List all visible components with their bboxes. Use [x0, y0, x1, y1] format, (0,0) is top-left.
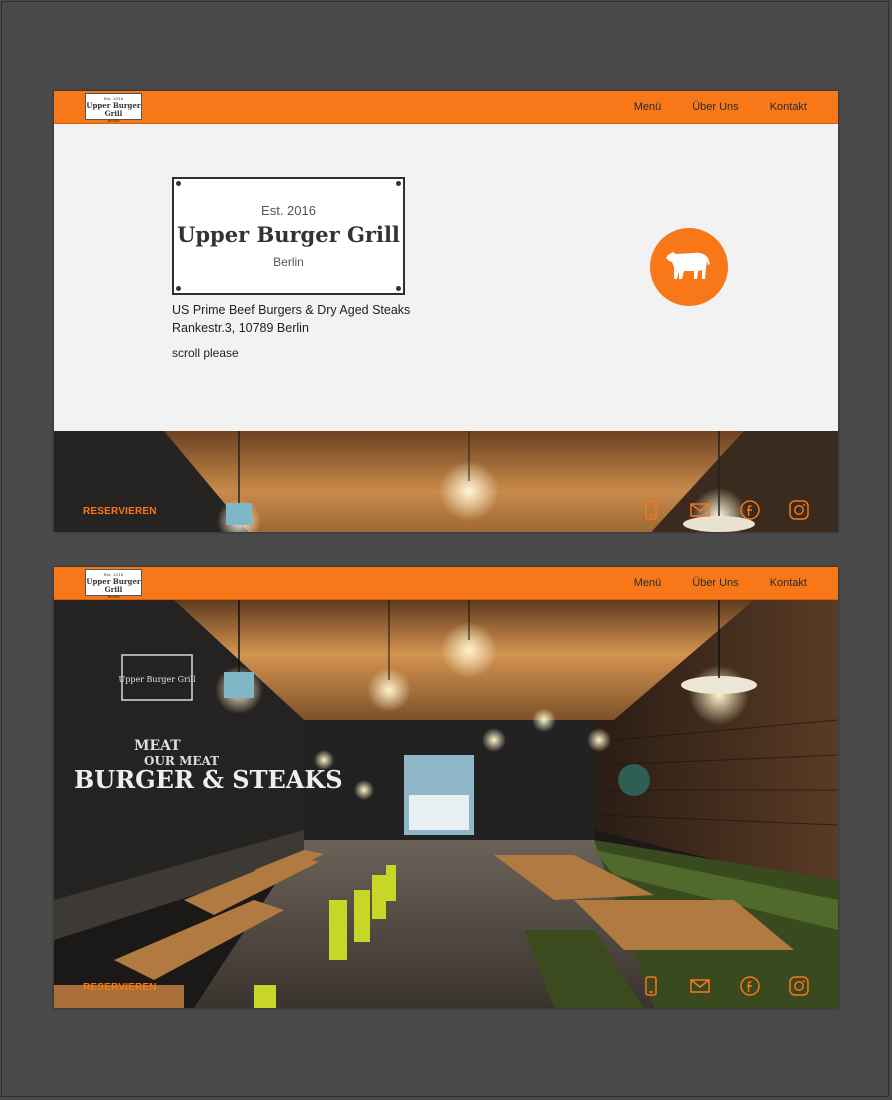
nav-logo-city: Berlin [107, 594, 120, 599]
hero-address: Rankestr.3, 10789 Berlin [172, 321, 309, 335]
restaurant-interior-image: Upper Burger Grill BURGER & STEAKS MEAT … [54, 600, 838, 1008]
nav-logo-name: Upper Burger Grill [86, 577, 141, 594]
nav-link-menu[interactable]: Menü [634, 577, 662, 589]
nav-link-contact[interactable]: Kontakt [770, 577, 807, 589]
mail-icon[interactable] [689, 499, 711, 521]
nav-logo-name: Upper Burger Grill [86, 101, 141, 118]
bull-icon [666, 252, 710, 279]
nav-links: Menü Über Uns Kontakt [634, 577, 807, 589]
screenshot-landing: Est. 2016 Upper Burger Grill Berlin Menü… [54, 91, 838, 532]
screenshot-scrolled: Upper Burger Grill BURGER & STEAKS MEAT … [54, 567, 838, 1008]
screw-icon [396, 181, 401, 186]
nav-link-menu[interactable]: Menü [634, 101, 662, 113]
hero-logo-sign: Est. 2016 Upper Burger Grill Berlin [172, 177, 405, 295]
nav-logo-city: Berlin [107, 118, 120, 123]
hero-city: Berlin [273, 255, 304, 269]
nav-link-contact[interactable]: Kontakt [770, 101, 807, 113]
screw-icon [176, 286, 181, 291]
hero-title: Upper Burger Grill [177, 222, 400, 247]
phone-icon[interactable] [640, 975, 662, 997]
screw-icon [396, 286, 401, 291]
instagram-icon[interactable] [788, 499, 810, 521]
social-icons [640, 499, 810, 521]
hero-est: Est. 2016 [261, 203, 316, 218]
facebook-icon[interactable] [739, 499, 761, 521]
nav-link-about[interactable]: Über Uns [692, 101, 738, 113]
reserve-link[interactable]: RESERVIEREN [83, 982, 157, 993]
nav-logo[interactable]: Est. 2016 Upper Burger Grill Berlin [85, 93, 142, 123]
svg-text:BURGER & STEAKS: BURGER & STEAKS [74, 765, 343, 794]
svg-text:MEAT: MEAT [134, 738, 181, 754]
top-navigation: Est. 2016 Upper Burger Grill Berlin Menü… [54, 567, 838, 600]
social-icons [640, 975, 810, 997]
nav-links: Menü Über Uns Kontakt [634, 101, 807, 113]
screw-icon [176, 181, 181, 186]
svg-text:Upper Burger Grill: Upper Burger Grill [118, 675, 195, 684]
scroll-hint[interactable]: scroll please [172, 346, 239, 360]
reserve-link[interactable]: RESERVIEREN [83, 506, 157, 517]
restaurant-photo: Upper Burger Grill BURGER & STEAKS MEAT … [54, 600, 838, 1008]
facebook-icon[interactable] [739, 975, 761, 997]
phone-icon[interactable] [640, 499, 662, 521]
nav-link-about[interactable]: Über Uns [692, 577, 738, 589]
instagram-icon[interactable] [788, 975, 810, 997]
hero-tagline: US Prime Beef Burgers & Dry Aged Steaks [172, 303, 411, 317]
top-navigation: Est. 2016 Upper Burger Grill Berlin Menü… [54, 91, 838, 124]
mail-icon[interactable] [689, 975, 711, 997]
nav-logo[interactable]: Est. 2016 Upper Burger Grill Berlin [85, 569, 142, 599]
hero-tagline-block: US Prime Beef Burgers & Dry Aged Steaks … [172, 301, 410, 337]
svg-text:OUR MEAT: OUR MEAT [144, 754, 219, 768]
bull-badge [650, 228, 728, 306]
